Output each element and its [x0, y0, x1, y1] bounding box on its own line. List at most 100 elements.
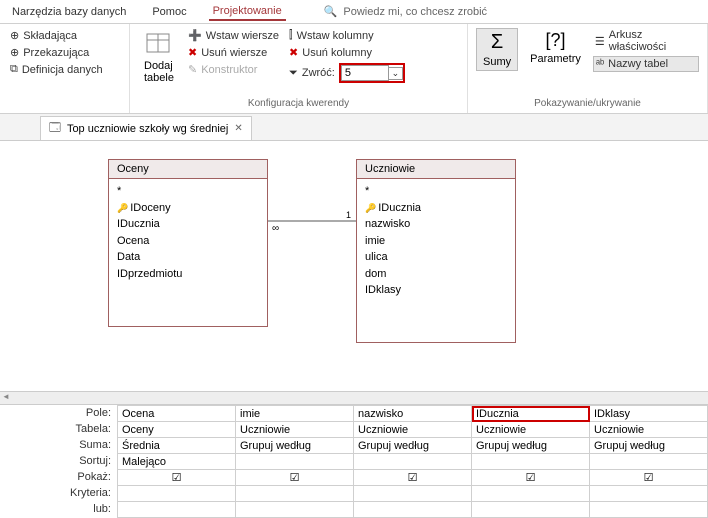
- grid-cell-pokaz-1[interactable]: ☑: [236, 470, 354, 486]
- grid-cell-pole-3[interactable]: IDucznia: [472, 406, 590, 422]
- row-label-pokaz: Pokaż:: [0, 469, 111, 485]
- delete-rows-button[interactable]: ✖Usuń wiersze: [186, 45, 281, 60]
- insert-rows-icon: ➕: [188, 29, 202, 42]
- horizontal-scrollbar[interactable]: [0, 391, 708, 405]
- table-uczniowie[interactable]: Uczniowie * IDucznia nazwisko imie ulica…: [356, 159, 516, 343]
- grid-cell-tabela-0[interactable]: Oceny: [118, 422, 236, 438]
- grid-cell-kryteria-3[interactable]: [472, 486, 590, 502]
- field-dom[interactable]: dom: [365, 266, 507, 283]
- insert-cols-button[interactable]: ⫿Wstaw kolumny: [287, 28, 407, 43]
- grid-cell-kryteria-1[interactable]: [236, 486, 354, 502]
- grid-cell-tabela-1[interactable]: Uczniowie: [236, 422, 354, 438]
- grid-cell-pokaz-0[interactable]: ☑: [118, 470, 236, 486]
- grid-cell-suma-3[interactable]: Grupuj według: [472, 438, 590, 454]
- group-label-1: [8, 107, 121, 109]
- globe-icon: ⊕: [10, 29, 19, 42]
- grid-cell-sortuj-0[interactable]: Malejąco: [118, 454, 236, 470]
- globe-icon: ⊕: [10, 46, 19, 59]
- builder-icon: ✎: [188, 63, 197, 76]
- field-nazwisko[interactable]: nazwisko: [365, 216, 507, 233]
- add-tables-label: Dodaj tabele: [144, 60, 174, 84]
- grid-cell-sortuj-3[interactable]: [472, 454, 590, 470]
- grid-cell-sortuj-2[interactable]: [354, 454, 472, 470]
- builder-label: Konstruktor: [201, 64, 257, 76]
- data-def-label: Definicja danych: [22, 64, 103, 76]
- parameters-label: Parametry: [530, 53, 581, 65]
- query-tab[interactable]: 🗔 Top uczniowie szkoły wg średniej ✕: [40, 116, 252, 140]
- grid-cell-lub-3[interactable]: [472, 502, 590, 518]
- insert-rows-label: Wstaw wiersze: [206, 30, 279, 42]
- grid-cell-suma-4[interactable]: Grupuj według: [590, 438, 708, 454]
- return-dropdown[interactable]: ⌄: [389, 67, 403, 80]
- group-label-3: Pokazywanie/ukrywanie: [476, 96, 699, 109]
- grid-cell-pokaz-3[interactable]: ☑: [472, 470, 590, 486]
- tab-db-tools[interactable]: Narzędzia bazy danych: [8, 4, 130, 20]
- parameters-button[interactable]: [?] Parametry: [524, 28, 587, 67]
- pass-through-label: Przekazująca: [23, 47, 89, 59]
- grid-cell-suma-1[interactable]: Grupuj według: [236, 438, 354, 454]
- field-ocena[interactable]: Ocena: [117, 233, 259, 250]
- grid-cell-suma-2[interactable]: Grupuj według: [354, 438, 472, 454]
- return-input[interactable]: [341, 65, 389, 81]
- svg-text:∞: ∞: [272, 223, 279, 231]
- property-sheet-button[interactable]: ☰Arkusz właściwości: [593, 28, 699, 54]
- grid-cell-lub-1[interactable]: [236, 502, 354, 518]
- grid-cell-pole-0[interactable]: Ocena: [118, 406, 236, 422]
- tell-me[interactable]: 🔍 Powiedz mi, co chcesz zrobić: [324, 5, 487, 18]
- field-iducznia-2[interactable]: IDucznia: [365, 200, 507, 217]
- row-label-kryteria: Kryteria:: [0, 485, 111, 501]
- row-label-suma: Suma:: [0, 437, 111, 453]
- field-idklasy[interactable]: IDklasy: [365, 282, 507, 299]
- grid-cell-kryteria-0[interactable]: [118, 486, 236, 502]
- grid-cell-kryteria-2[interactable]: [354, 486, 472, 502]
- grid-cell-kryteria-4[interactable]: [590, 486, 708, 502]
- add-tables-button[interactable]: Dodaj tabele: [138, 28, 180, 86]
- field-idprzedmiotu[interactable]: IDprzedmiotu: [117, 266, 259, 283]
- field-data[interactable]: Data: [117, 249, 259, 266]
- delete-cols-label: Usuń kolumny: [302, 47, 372, 59]
- sigma-icon: Σ: [491, 31, 503, 54]
- xyz-icon: ᵃᵇ: [596, 58, 604, 70]
- table-names-button[interactable]: ᵃᵇNazwy tabel: [593, 56, 699, 72]
- grid-cell-lub-2[interactable]: [354, 502, 472, 518]
- property-sheet-label: Arkusz właściwości: [609, 29, 697, 53]
- insert-cols-icon: ⫿: [289, 29, 293, 42]
- grid-cell-pokaz-4[interactable]: ☑: [590, 470, 708, 486]
- close-icon[interactable]: ✕: [234, 123, 242, 134]
- grid-cell-tabela-3[interactable]: Uczniowie: [472, 422, 590, 438]
- grid-cell-sortuj-1[interactable]: [236, 454, 354, 470]
- insert-rows-button[interactable]: ➕ Wstaw wiersze: [186, 28, 281, 43]
- tab-design[interactable]: Projektowanie: [209, 3, 286, 21]
- table-uczniowie-title: Uczniowie: [357, 160, 515, 179]
- grid-cell-suma-0[interactable]: Średnia: [118, 438, 236, 454]
- grid-cell-pokaz-2[interactable]: ☑: [354, 470, 472, 486]
- return-control: ⏷ Zwróć: ⌄: [287, 62, 407, 84]
- grid-cell-lub-0[interactable]: [118, 502, 236, 518]
- field-ulica[interactable]: ulica: [365, 249, 507, 266]
- table-oceny-star[interactable]: *: [117, 183, 259, 200]
- field-idoceny[interactable]: IDoceny: [117, 200, 259, 217]
- table-oceny[interactable]: Oceny * IDoceny IDucznia Ocena Data IDpr…: [108, 159, 268, 327]
- grid-cell-pole-2[interactable]: nazwisko: [354, 406, 472, 422]
- grid-cell-pole-4[interactable]: IDklasy: [590, 406, 708, 422]
- tell-me-label: Powiedz mi, co chcesz zrobić: [343, 6, 487, 18]
- make-table-query-button[interactable]: ⊕Składająca: [8, 28, 105, 43]
- data-definition-button[interactable]: ⧉Definicja danych: [8, 62, 105, 77]
- grid-cell-tabela-2[interactable]: Uczniowie: [354, 422, 472, 438]
- pass-through-button[interactable]: ⊕ Przekazująca: [8, 45, 105, 60]
- qbe-grid[interactable]: OcenaimienazwiskoIDuczniaIDklasyOcenyUcz…: [117, 405, 708, 518]
- grid-cell-sortuj-4[interactable]: [590, 454, 708, 470]
- tab-help[interactable]: Pomoc: [148, 4, 190, 20]
- field-imie[interactable]: imie: [365, 233, 507, 250]
- grid-cell-lub-4[interactable]: [590, 502, 708, 518]
- row-label-tabela: Tabela:: [0, 421, 111, 437]
- query-design-surface[interactable]: Oceny * IDoceny IDucznia Ocena Data IDpr…: [0, 141, 708, 391]
- delete-cols-button[interactable]: ✖ Usuń kolumny: [287, 45, 407, 60]
- query-icon: 🗔: [49, 119, 61, 138]
- totals-button[interactable]: Σ Sumy: [476, 28, 518, 71]
- field-iducznia-1[interactable]: IDucznia: [117, 216, 259, 233]
- grid-cell-tabela-4[interactable]: Uczniowie: [590, 422, 708, 438]
- grid-cell-pole-1[interactable]: imie: [236, 406, 354, 422]
- delete-cols-icon: ✖: [289, 46, 298, 59]
- table-uczniowie-star[interactable]: *: [365, 183, 507, 200]
